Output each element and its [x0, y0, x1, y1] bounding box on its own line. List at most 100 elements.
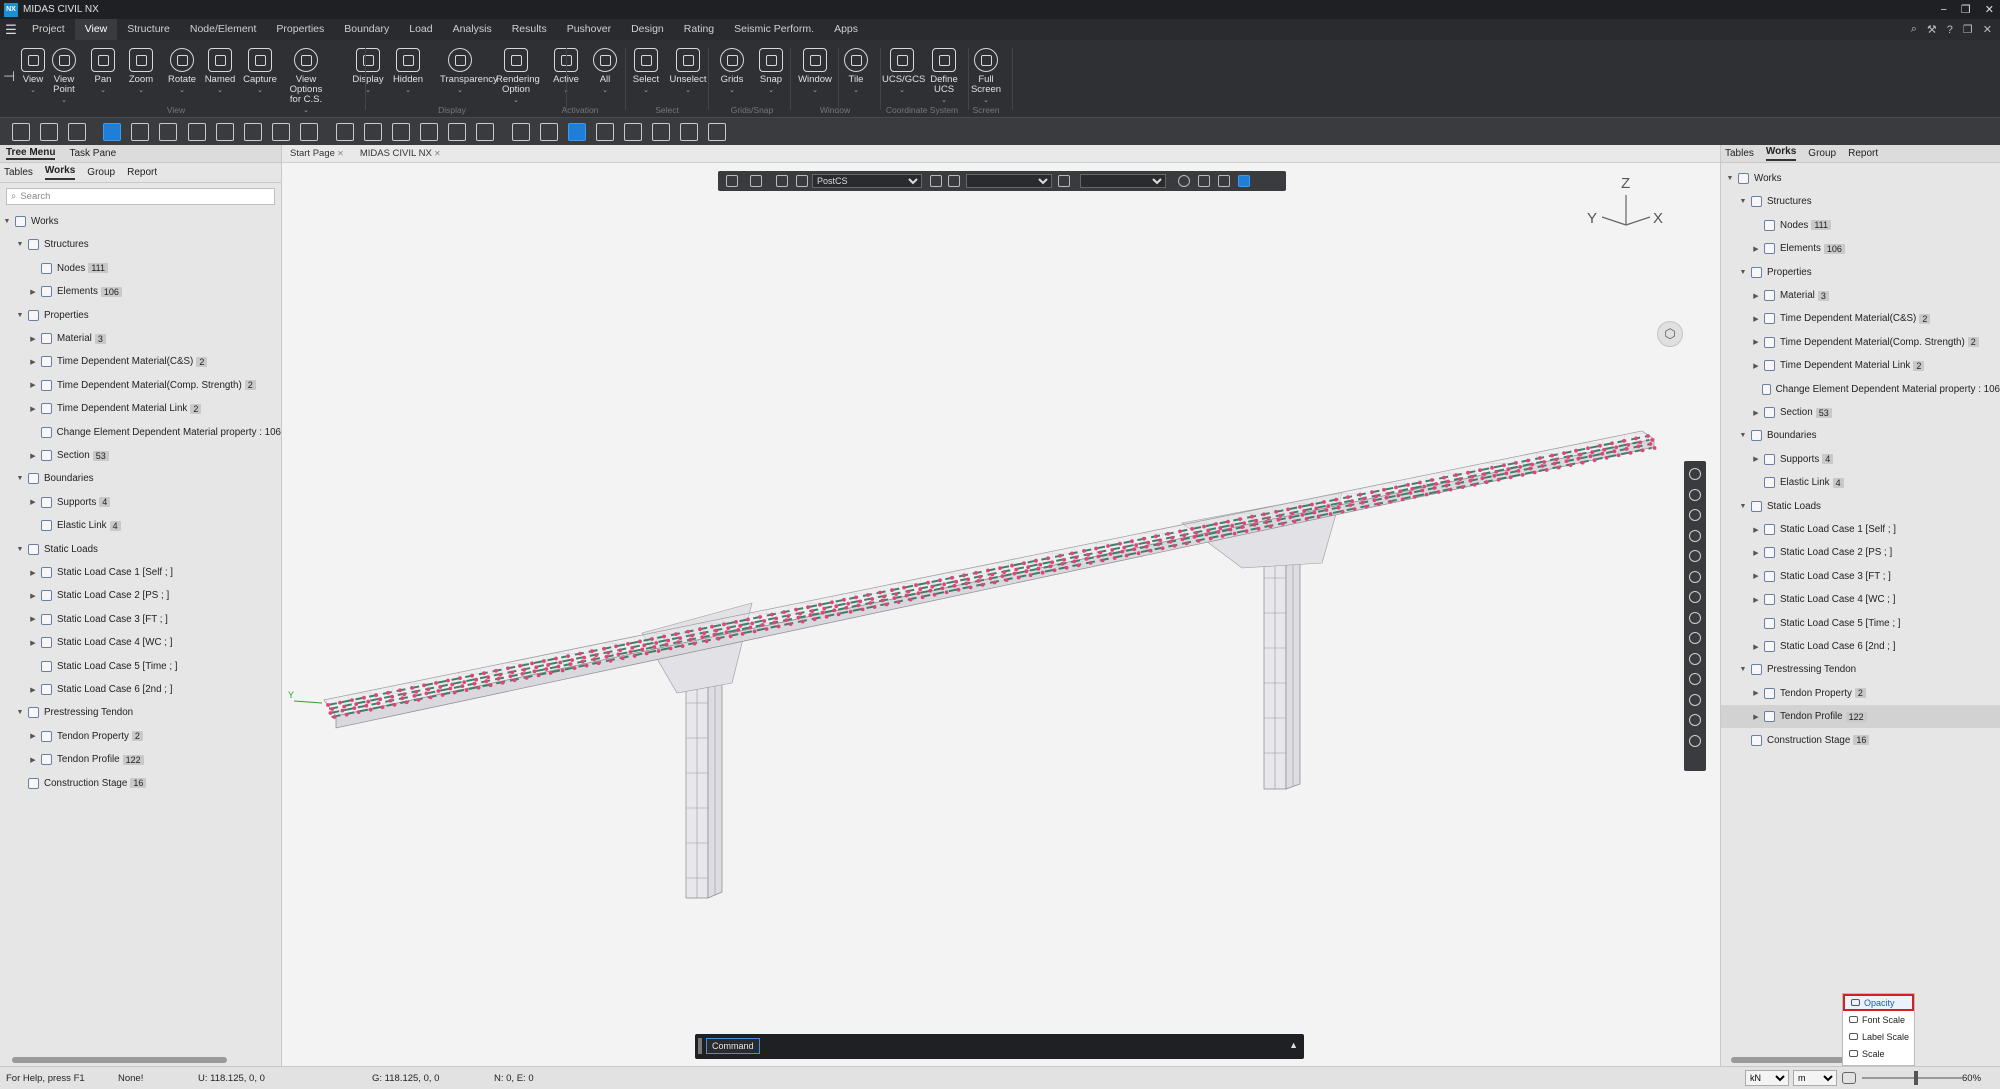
ribbon-unselect-button[interactable]: Unselect ⌄: [668, 48, 708, 96]
expand-arrow-icon[interactable]: ▶: [28, 335, 38, 343]
toolbar-tool-20-icon[interactable]: [568, 123, 586, 141]
expand-arrow-icon[interactable]: ▶: [28, 592, 38, 600]
tree-item-structures[interactable]: ▼ Structures: [0, 233, 281, 256]
collapse-arrow-icon[interactable]: ▼: [1738, 503, 1748, 510]
toolbar-tool-3-icon[interactable]: [68, 123, 86, 141]
nav-tool-7-icon[interactable]: [1689, 591, 1701, 603]
left-panel-tab-tree-menu[interactable]: Tree Menu: [6, 147, 56, 160]
tree-item-section[interactable]: ▶ Section 53: [0, 444, 281, 467]
toolbar-tool-8-icon[interactable]: [216, 123, 234, 141]
rtree-item-change-element-dependent-material-property-106[interactable]: Change Element Dependent Material proper…: [1721, 378, 2000, 401]
tree-item-static-load-case-6-2nd[interactable]: ▶ Static Load Case 6 [2nd ; ]: [0, 678, 281, 701]
ribbon-ucs-gcs-button[interactable]: UCS/GCS ⌄: [882, 48, 925, 96]
nav-tool-10-icon[interactable]: [1689, 652, 1701, 665]
tree-item-elastic-link[interactable]: Elastic Link 4: [0, 514, 281, 537]
ribbon-window-button[interactable]: Window ⌄: [795, 48, 835, 96]
expand-arrow-icon[interactable]: ▶: [1751, 315, 1761, 323]
tools-icon[interactable]: ⚒: [1927, 23, 1937, 36]
ribbon-display-button[interactable]: Display ⌄: [348, 48, 388, 96]
collapse-arrow-icon[interactable]: ▼: [15, 475, 25, 482]
collapse-arrow-icon[interactable]: ▼: [15, 546, 25, 553]
ribbon-rotate-button[interactable]: Rotate ⌄: [162, 48, 202, 96]
toolbar-tool-14-icon[interactable]: [392, 123, 410, 141]
tree-item-static-load-case-2-ps[interactable]: ▶ Static Load Case 2 [PS ; ]: [0, 584, 281, 607]
toolbar-tool-12-icon[interactable]: [336, 123, 354, 141]
tree-item-static-load-case-4-wc[interactable]: ▶ Static Load Case 4 [WC ; ]: [0, 631, 281, 654]
right-tab-works[interactable]: Works: [1765, 146, 1797, 161]
rtree-item-elements[interactable]: ▶ Elements 106: [1721, 237, 2000, 260]
expand-arrow-icon[interactable]: ▶: [1751, 455, 1761, 463]
nav-tool-13-icon[interactable]: [1689, 714, 1701, 726]
collapse-arrow-icon[interactable]: ▼: [2, 218, 12, 225]
minimize-icon[interactable]: −: [1940, 4, 1946, 16]
popup-item-scale[interactable]: Scale: [1843, 1045, 1914, 1062]
expand-arrow-icon[interactable]: ▶: [28, 405, 38, 413]
chevron-up-icon[interactable]: ▲: [1289, 1040, 1298, 1050]
right-tab-group[interactable]: Group: [1808, 148, 1836, 159]
close-tab-icon[interactable]: ✕: [335, 149, 344, 158]
rtree-item-static-load-case-1-self[interactable]: ▶ Static Load Case 1 [Self ; ]: [1721, 518, 2000, 541]
expand-arrow-icon[interactable]: ▶: [1751, 526, 1761, 534]
ribbon-hidden-button[interactable]: Hidden ⌄: [388, 48, 428, 96]
ribbon-view-options-for-c-s-button[interactable]: View Options for C.S. ⌄: [286, 48, 326, 116]
rtree-item-supports[interactable]: ▶ Supports 4: [1721, 448, 2000, 471]
expand-arrow-icon[interactable]: ▶: [28, 498, 38, 506]
toolbar-tool-6-icon[interactable]: [159, 123, 177, 141]
rtree-item-time-dependent-material-c-s[interactable]: ▶ Time Dependent Material(C&S) 2: [1721, 307, 2000, 330]
rtree-item-construction-stage[interactable]: Construction Stage 16: [1721, 729, 2000, 752]
menu-node-element[interactable]: Node/Element: [180, 19, 267, 40]
close-tab-icon[interactable]: ✕: [432, 149, 441, 158]
expand-arrow-icon[interactable]: ▶: [28, 288, 38, 296]
expand-arrow-icon[interactable]: ▶: [1751, 572, 1761, 580]
menu-properties[interactable]: Properties: [266, 19, 334, 40]
toolbar-tool-7-icon[interactable]: [188, 123, 206, 141]
expand-arrow-icon[interactable]: ▶: [1751, 338, 1761, 346]
rtree-item-static-load-case-4-wc[interactable]: ▶ Static Load Case 4 [WC ; ]: [1721, 588, 2000, 611]
ribbon-view-point-button[interactable]: View Point ⌄: [44, 48, 84, 106]
tree-item-prestressing-tendon[interactable]: ▼ Prestressing Tendon: [0, 701, 281, 724]
left-tab-works[interactable]: Works: [44, 165, 76, 180]
ribbon-named-button[interactable]: Named ⌄: [200, 48, 240, 96]
expand-arrow-icon[interactable]: ▶: [1751, 549, 1761, 557]
nav-tool-8-icon[interactable]: [1689, 611, 1701, 624]
rtree-item-works[interactable]: ▼ Works: [1721, 167, 2000, 190]
command-input[interactable]: Command: [706, 1038, 760, 1054]
tree-item-supports[interactable]: ▶ Supports 4: [0, 491, 281, 514]
tree-item-elements[interactable]: ▶ Elements 106: [0, 280, 281, 303]
collapse-arrow-icon[interactable]: ▼: [1725, 175, 1735, 182]
collapse-arrow-icon[interactable]: ▼: [15, 312, 25, 319]
menu-apps[interactable]: Apps: [824, 19, 868, 40]
ribbon-select-button[interactable]: Select ⌄: [626, 48, 666, 96]
rtree-item-structures[interactable]: ▼ Structures: [1721, 190, 2000, 213]
expand-arrow-icon[interactable]: ▶: [28, 615, 38, 623]
tree-item-time-dependent-material-c-s[interactable]: ▶ Time Dependent Material(C&S) 2: [0, 350, 281, 373]
toolbar-tool-10-icon[interactable]: [272, 123, 290, 141]
menu-results[interactable]: Results: [502, 19, 557, 40]
toolbar-tool-13-icon[interactable]: [364, 123, 382, 141]
tree-item-static-load-case-3-ft[interactable]: ▶ Static Load Case 3 [FT ; ]: [0, 608, 281, 631]
toolbar-tool-11-icon[interactable]: [300, 123, 318, 141]
collapse-arrow-icon[interactable]: ▼: [15, 241, 25, 248]
nav-tool-11-icon[interactable]: [1689, 673, 1701, 685]
right-tab-report[interactable]: Report: [1848, 148, 1878, 159]
toolbar-tool-21-icon[interactable]: [596, 123, 614, 141]
menu-analysis[interactable]: Analysis: [443, 19, 502, 40]
rtree-item-time-dependent-material-comp-strength[interactable]: ▶ Time Dependent Material(Comp. Strength)…: [1721, 331, 2000, 354]
expand-arrow-icon[interactable]: ▶: [28, 639, 38, 647]
tree-item-works[interactable]: ▼ Works: [0, 210, 281, 233]
force-unit-select[interactable]: kN: [1745, 1070, 1789, 1086]
rtree-item-time-dependent-material-link[interactable]: ▶ Time Dependent Material Link 2: [1721, 354, 2000, 377]
tree-item-nodes[interactable]: Nodes 111: [0, 257, 281, 280]
menu-project[interactable]: Project: [22, 19, 75, 40]
expand-arrow-icon[interactable]: ▶: [1751, 596, 1761, 604]
right-tab-tables[interactable]: Tables: [1725, 148, 1754, 159]
toolbar-tool-25-icon[interactable]: [708, 123, 726, 141]
hamburger-menu-icon[interactable]: ☰: [0, 22, 22, 38]
toolbar-tool-16-icon[interactable]: [448, 123, 466, 141]
expand-arrow-icon[interactable]: ▶: [1751, 689, 1761, 697]
toolbar-tool-15-icon[interactable]: [420, 123, 438, 141]
tree-item-construction-stage[interactable]: Construction Stage 16: [0, 772, 281, 795]
left-tab-group[interactable]: Group: [87, 167, 115, 178]
display-options-icon[interactable]: [1842, 1072, 1856, 1084]
ribbon-transparency-button[interactable]: Transparency ⌄: [440, 48, 498, 96]
